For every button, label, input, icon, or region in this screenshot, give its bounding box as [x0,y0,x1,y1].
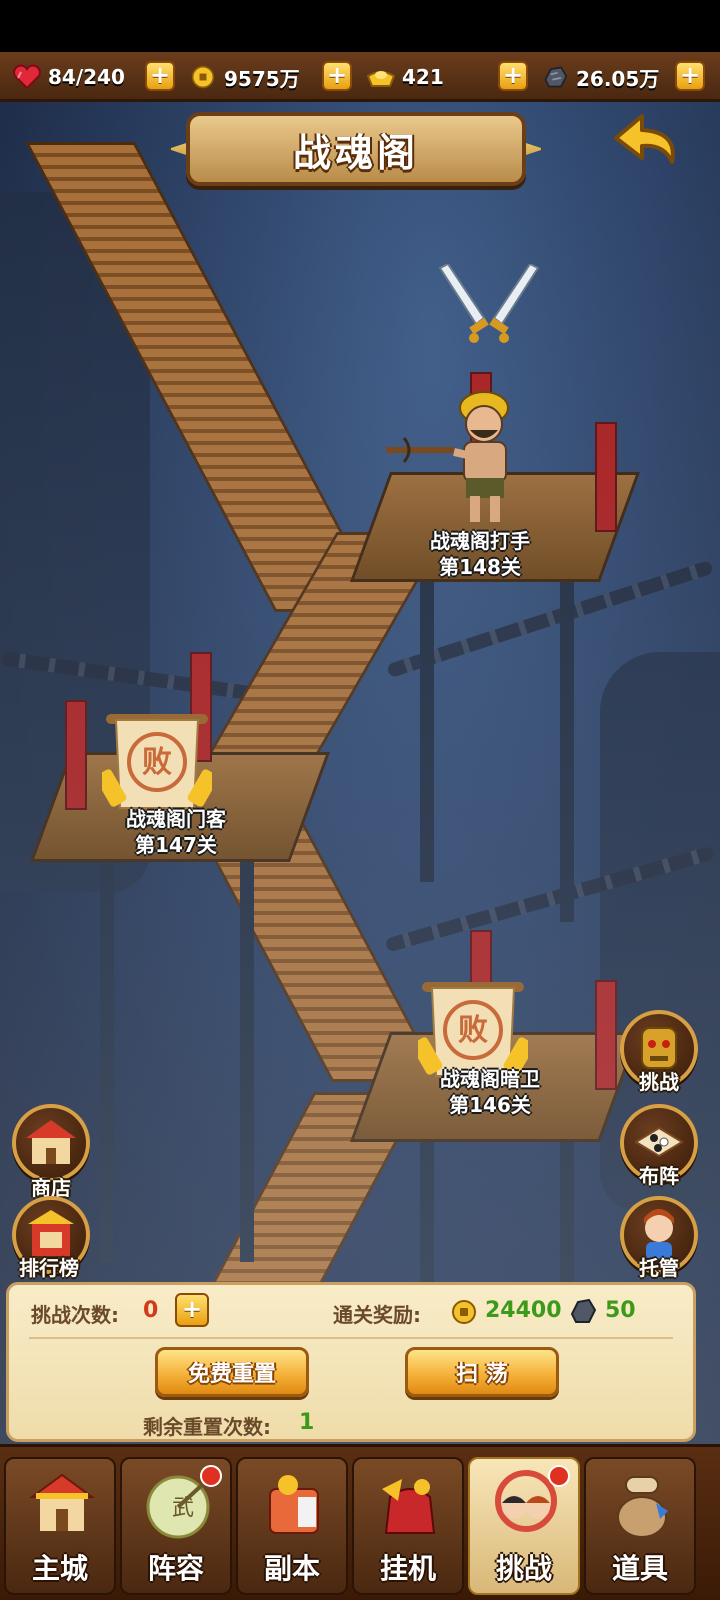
treasure-bag-icon [382,1479,436,1534]
stamina-value: 84/240 [48,65,125,89]
stage-label-148[interactable]: 战魂阁打手 第148关 [400,528,560,580]
challenge-count-value: 0 [143,1298,159,1323]
svg-text:武: 武 [172,1496,194,1521]
tab-idle[interactable]: 挂机 [352,1457,464,1595]
challenge-panel: 挑战次数: 0 + 通关奖励: 24400 50 免费重置 扫 荡 剩余重置次数… [6,1282,696,1442]
stage-level: 第146关 [449,1093,531,1117]
stage-name: 战魂阁暗卫 [440,1067,540,1091]
defeated-scroll-icon: 败 [102,714,212,809]
items-sack-icon [617,1476,668,1538]
panel-divider [29,1337,673,1339]
add-coin-button[interactable]: + [322,61,352,91]
sweep-button[interactable]: 扫 荡 [405,1347,559,1397]
crossed-swords-icon [438,264,540,343]
challenge-side-label: 挑战 [639,1070,679,1094]
tab-label: 挑战 [495,1552,552,1585]
notification-badge [548,1465,570,1487]
notification-badge [200,1465,222,1487]
coin-icon [191,65,215,89]
ingot-resource: 421 [366,60,444,94]
tab-label: 阵容 [147,1552,204,1585]
tab-label: 挂机 [379,1552,436,1585]
remaining-reset-value: 1 [299,1410,315,1435]
tab-challenge[interactable]: 挑战 [468,1457,580,1595]
add-ore-button[interactable]: + [675,61,705,91]
ranking-label: 排行榜 [19,1256,79,1280]
system-status-bar [0,0,720,52]
free-reset-button[interactable]: 免费重置 [155,1347,309,1397]
reward-label: 通关奖励: [333,1303,421,1327]
tab-items[interactable]: 道具 [584,1457,696,1595]
resource-bar: 84/240 + 9575万 + 421 + 26.05万 + [0,52,720,102]
tab-label: 副本 [263,1552,320,1585]
coin-icon [452,1300,476,1324]
remaining-reset-label: 剩余重置次数: [143,1415,271,1439]
page-title: 战魂阁 [292,130,419,175]
ore-resource: 26.05万 [540,60,659,94]
title-plate: 战魂阁 [186,112,526,186]
challenge-count-label: 挑战次数: [31,1303,119,1327]
gold-ingot-icon [366,71,396,87]
game-screen: 84/240 + 9575万 + 421 + 26.05万 + 战魂阁 战魂阁打… [0,0,720,1600]
tab-main-city[interactable]: 主城 [4,1457,116,1595]
tab-dungeon[interactable]: 副本 [236,1457,348,1595]
stage-label-146[interactable]: 战魂阁暗卫 第146关 [410,1066,570,1118]
shop-icon [26,1120,76,1164]
stage-level: 第148关 [439,555,521,579]
dungeon-icon [269,1475,319,1534]
enemy-character-148[interactable] [384,380,534,530]
bottom-nav: 主城 武 阵容 副本 挂机 挑战 道具 [0,1444,720,1600]
palace-icon [28,1473,96,1531]
ore-value: 26.05万 [576,66,660,91]
stage-name: 战魂阁打手 [430,529,530,553]
reward-coins-value: 24400 [485,1298,562,1323]
add-ingot-button[interactable]: + [498,61,528,91]
back-arrow-icon[interactable] [612,110,684,170]
ingot-value: 421 [402,65,444,89]
heart-icon [13,64,41,90]
add-stamina-button[interactable]: + [145,61,175,91]
reward-ore-value: 50 [605,1298,636,1323]
tab-lineup[interactable]: 武 阵容 [120,1457,232,1595]
stage-name: 战魂阁门客 [126,807,226,831]
stamina-resource: 84/240 [12,60,125,94]
coin-resource: 9575万 [188,60,300,94]
ore-icon [570,1298,597,1323]
tab-label: 主城 [31,1552,88,1585]
formation-label: 布阵 [639,1164,679,1188]
ore-icon [544,66,568,88]
stage-label-147[interactable]: 战魂阁门客 第147关 [96,806,256,858]
coin-value: 9575万 [224,66,300,91]
shop-button[interactable] [12,1104,90,1182]
stage-level: 第147关 [135,833,217,857]
auto-label: 托管 [639,1256,679,1280]
tab-label: 道具 [611,1552,668,1585]
defeat-stamp: 败 [142,745,172,780]
defeat-stamp: 败 [458,1013,488,1048]
add-challenge-button[interactable]: + [175,1293,209,1327]
